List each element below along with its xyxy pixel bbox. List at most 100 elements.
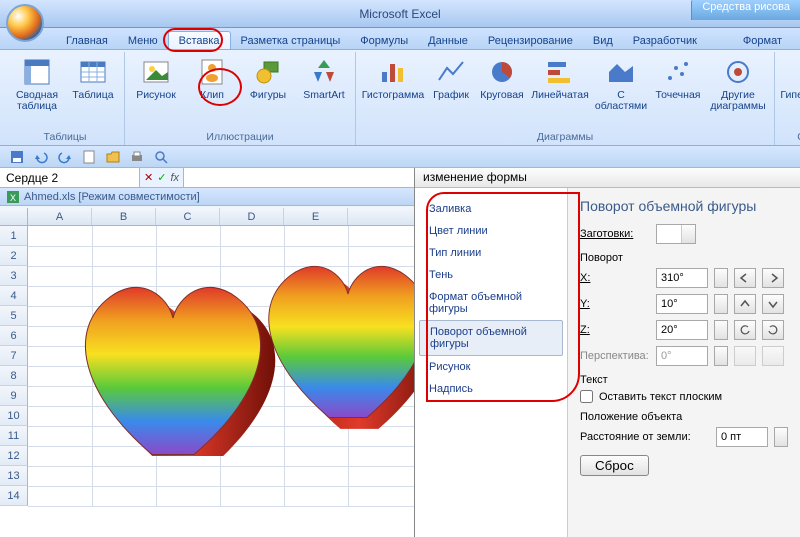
group-illustrations: Рисунок Клип Фигуры SmartArt Ил	[125, 52, 356, 145]
tab-menu[interactable]: Меню	[118, 32, 168, 49]
svg-text:X: X	[10, 193, 16, 203]
row-header[interactable]: 10	[0, 406, 28, 426]
tab-data[interactable]: Данные	[418, 32, 478, 49]
z-label: Z:	[580, 324, 650, 336]
x-rotate-left-icon[interactable]	[734, 268, 756, 288]
y-input[interactable]: 10°	[656, 294, 708, 314]
smartart-button[interactable]: SmartArt	[299, 54, 349, 101]
x-spinner[interactable]	[714, 268, 728, 288]
fx-enter-icon[interactable]: ✓	[157, 171, 166, 184]
table-button[interactable]: Таблица	[68, 54, 118, 101]
nav-picture[interactable]: Рисунок	[419, 356, 563, 378]
office-button[interactable]	[6, 4, 44, 42]
row-header[interactable]: 1	[0, 226, 28, 246]
y-rotate-up-icon[interactable]	[734, 294, 756, 314]
row-header[interactable]: 6	[0, 326, 28, 346]
scatter-chart-button[interactable]: Точечная	[654, 54, 702, 101]
row-header[interactable]: 12	[0, 446, 28, 466]
fx-cancel-icon[interactable]: ✕	[144, 171, 153, 184]
qat-open[interactable]	[104, 148, 122, 166]
qat-save[interactable]	[8, 148, 26, 166]
reset-button[interactable]: Сброс	[580, 455, 649, 476]
other-charts-button[interactable]: Другие диаграммы	[708, 54, 768, 112]
row-header[interactable]: 5	[0, 306, 28, 326]
col-header-D[interactable]: D	[220, 208, 284, 225]
tab-developer[interactable]: Разработчик	[623, 32, 707, 49]
column-chart-button[interactable]: Гистограмма	[362, 54, 424, 101]
qat-print[interactable]	[128, 148, 146, 166]
qat-new[interactable]	[80, 148, 98, 166]
pie-chart-button[interactable]: Круговая	[478, 54, 526, 101]
qat-redo[interactable]	[56, 148, 74, 166]
clipart-button[interactable]: Клип	[187, 54, 237, 101]
row-header[interactable]: 9	[0, 386, 28, 406]
row-header[interactable]: 7	[0, 346, 28, 366]
tab-review[interactable]: Рецензирование	[478, 32, 583, 49]
row-header[interactable]: 3	[0, 266, 28, 286]
heart-shape-selected[interactable]	[58, 246, 418, 446]
z-input[interactable]: 20°	[656, 320, 708, 340]
keep-text-flat-checkbox[interactable]	[580, 390, 593, 403]
nav-line-type[interactable]: Тип линии	[419, 242, 563, 264]
hyperlink-button[interactable]: Гиперссылка	[781, 54, 800, 101]
x-input[interactable]: 310°	[656, 268, 708, 288]
nav-3d-format[interactable]: Формат объемной фигуры	[419, 286, 563, 320]
scatter-chart-icon	[662, 56, 694, 88]
tab-view[interactable]: Вид	[583, 32, 623, 49]
select-all-corner[interactable]	[0, 208, 28, 225]
x-rotate-right-icon[interactable]	[762, 268, 784, 288]
col-header-B[interactable]: B	[92, 208, 156, 225]
row-header[interactable]: 13	[0, 466, 28, 486]
col-header-E[interactable]: E	[284, 208, 348, 225]
fx-icon[interactable]: fx	[170, 172, 179, 184]
excel-doc-icon: X	[6, 190, 20, 204]
other-charts-label: Другие диаграммы	[710, 90, 765, 112]
z-rotate-cw-icon[interactable]	[762, 320, 784, 340]
col-header-C[interactable]: C	[156, 208, 220, 225]
presets-dropdown[interactable]	[656, 224, 696, 244]
group-tables-label: Таблицы	[44, 130, 87, 145]
z-rotate-ccw-icon[interactable]	[734, 320, 756, 340]
col-header-A[interactable]: A	[28, 208, 92, 225]
row-header[interactable]: 2	[0, 246, 28, 266]
distance-spinner[interactable]	[774, 427, 788, 447]
y-spinner[interactable]	[714, 294, 728, 314]
qat-preview[interactable]	[152, 148, 170, 166]
text-section-label: Текст	[580, 374, 788, 386]
pie-chart-label: Круговая	[480, 90, 524, 101]
workbook-name: Ahmed.xls [Режим совместимости]	[24, 191, 200, 203]
picture-button[interactable]: Рисунок	[131, 54, 181, 101]
tab-formulas[interactable]: Формулы	[350, 32, 418, 49]
row-header[interactable]: 4	[0, 286, 28, 306]
tab-home[interactable]: Главная	[56, 32, 118, 49]
nav-textbox[interactable]: Надпись	[419, 378, 563, 400]
y-rotate-down-icon[interactable]	[762, 294, 784, 314]
pivottable-button[interactable]: Сводная таблица	[12, 54, 62, 112]
area-chart-button[interactable]: С областями	[594, 54, 648, 112]
qat-undo[interactable]	[32, 148, 50, 166]
clipart-label: Клип	[200, 90, 224, 101]
nav-shadow[interactable]: Тень	[419, 264, 563, 286]
line-chart-button[interactable]: График	[430, 54, 472, 101]
distance-input[interactable]: 0 пт	[716, 427, 768, 447]
shapes-button[interactable]: Фигуры	[243, 54, 293, 101]
shapes-label: Фигуры	[250, 90, 286, 101]
bar-chart-button[interactable]: Линейчатая	[532, 54, 588, 101]
tab-pagelayout[interactable]: Разметка страницы	[231, 32, 351, 49]
nav-3d-rotation[interactable]: Поворот объемной фигуры	[419, 320, 563, 356]
tab-format[interactable]: Формат	[733, 32, 792, 49]
perspective-narrow-icon	[734, 346, 756, 366]
nav-line-color[interactable]: Цвет линии	[419, 220, 563, 242]
distance-label: Расстояние от земли:	[580, 431, 710, 443]
row-header[interactable]: 14	[0, 486, 28, 506]
picture-icon	[140, 56, 172, 88]
row-header[interactable]: 11	[0, 426, 28, 446]
bar-chart-icon	[544, 56, 576, 88]
pivottable-icon	[21, 56, 53, 88]
nav-fill[interactable]: Заливка	[419, 198, 563, 220]
z-spinner[interactable]	[714, 320, 728, 340]
row-header[interactable]: 8	[0, 366, 28, 386]
name-box[interactable]: Сердце 2	[0, 168, 140, 187]
worksheet-grid[interactable]: A B C D E 1 2 3 4 5 6 7 8 9 10 11 12 13 …	[0, 208, 414, 537]
tab-insert[interactable]: Вставка	[168, 31, 231, 49]
